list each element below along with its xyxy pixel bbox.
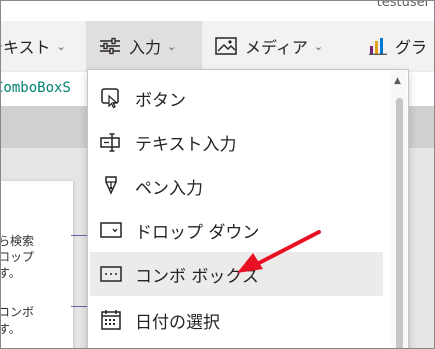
screen: testuser テキスト ⌄ 入力 ⌄ bbox=[0, 0, 435, 349]
annotation-arrow-icon bbox=[237, 230, 321, 273]
